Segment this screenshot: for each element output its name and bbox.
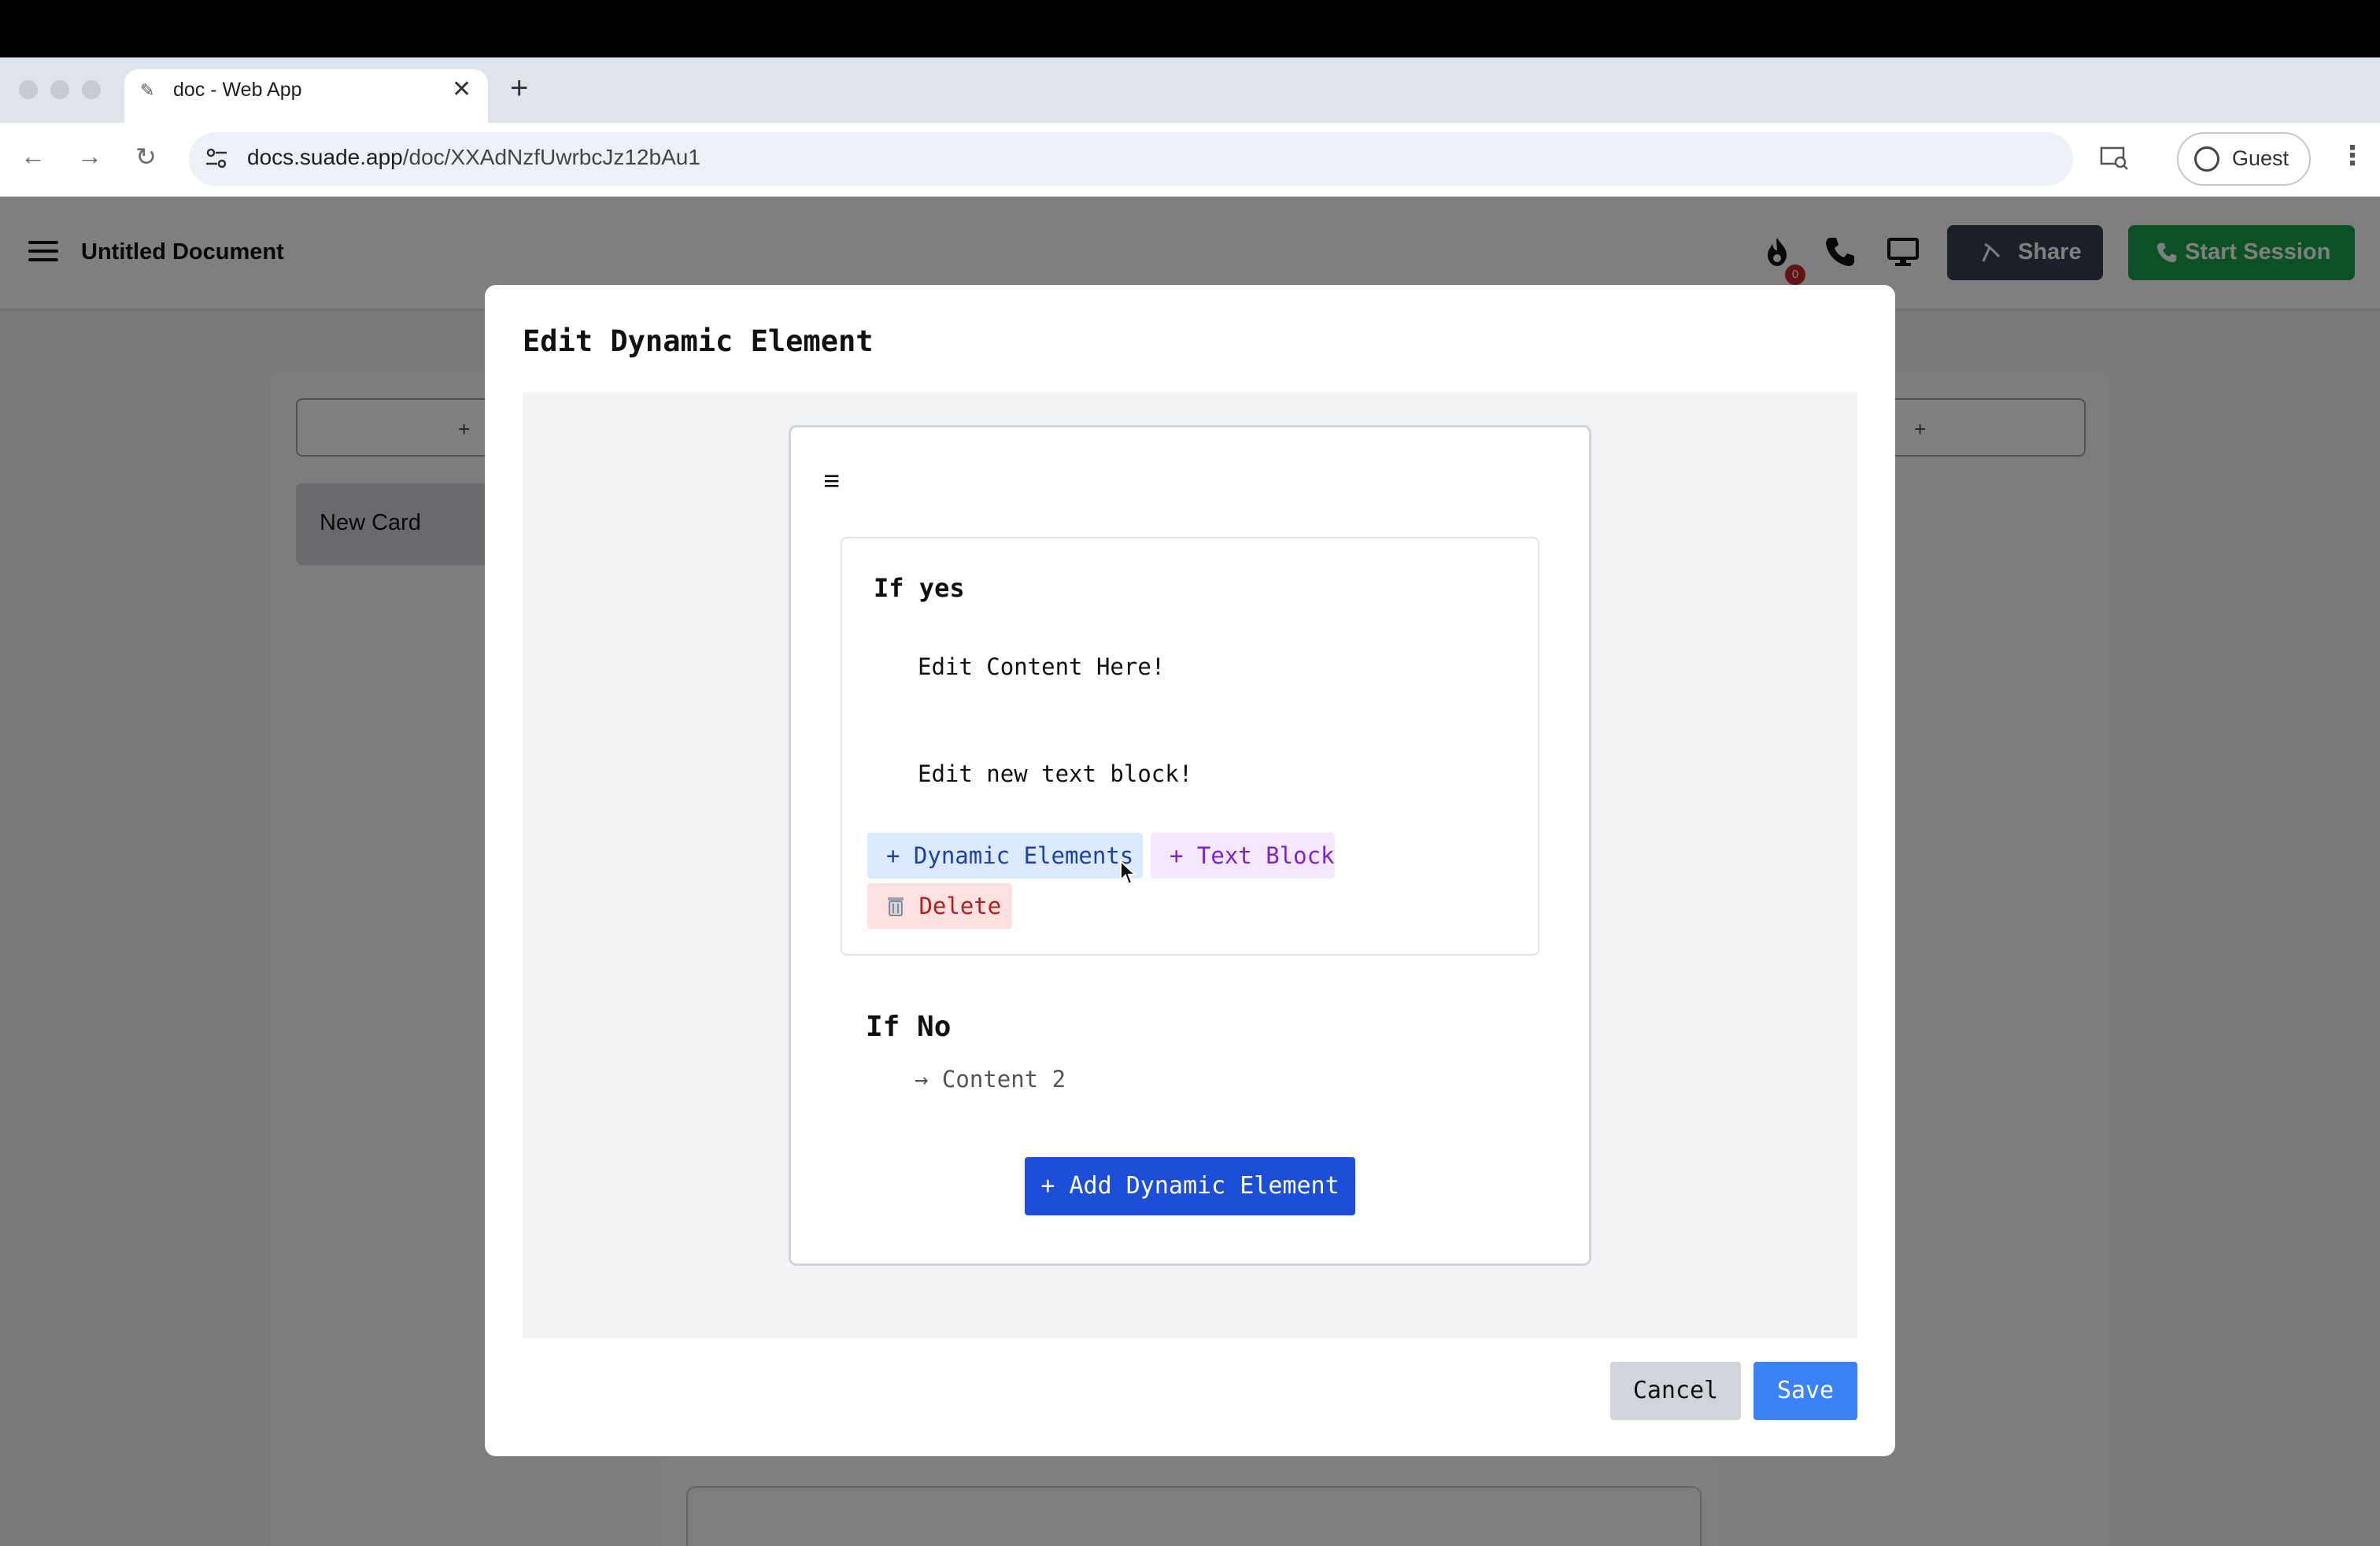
- cancel-button[interactable]: Cancel: [1610, 1362, 1741, 1420]
- no-branch-title[interactable]: If No: [866, 1011, 951, 1043]
- os-top-bar: [0, 0, 2380, 57]
- add-text-block-button[interactable]: + Text Block: [1151, 833, 1335, 878]
- text-block[interactable]: Edit new text block!: [918, 760, 1192, 787]
- back-arrow-icon[interactable]: ←: [20, 142, 46, 171]
- tab-title: doc - Web App: [173, 79, 302, 101]
- reload-icon[interactable]: ↻: [135, 142, 157, 172]
- profile-avatar-icon: [2194, 146, 2219, 172]
- tab-favicon-icon: ✎: [140, 80, 155, 100]
- forward-arrow-icon[interactable]: →: [77, 142, 102, 171]
- new-tab-button[interactable]: +: [510, 71, 528, 106]
- delete-label: Delete: [918, 893, 1002, 919]
- profile-label: Guest: [2232, 146, 2289, 170]
- drag-handle-icon[interactable]: ≡: [823, 464, 840, 497]
- text-block[interactable]: Edit Content Here!: [918, 653, 1165, 680]
- save-button[interactable]: Save: [1754, 1362, 1857, 1420]
- window-close-dot[interactable]: [19, 80, 38, 99]
- yes-branch-title[interactable]: If yes: [874, 573, 965, 603]
- modal-title: Edit Dynamic Element: [523, 324, 874, 358]
- url-text[interactable]: docs.suade.app/doc/XXAdNzfUwrbcJz12bAu1: [247, 145, 700, 170]
- site-settings-icon[interactable]: [203, 145, 230, 172]
- window-minimize-dot[interactable]: [50, 80, 69, 99]
- lens-search-icon[interactable]: [2100, 146, 2130, 170]
- trash-icon: [888, 897, 904, 916]
- mouse-cursor-icon: [1120, 860, 1136, 886]
- tab-close-icon[interactable]: ✕: [452, 76, 471, 103]
- add-dynamic-elements-button[interactable]: + Dynamic Elements: [867, 833, 1143, 878]
- browser-menu-icon[interactable]: ⋮: [2339, 140, 2366, 172]
- add-dynamic-element-button[interactable]: + Add Dynamic Element: [1025, 1157, 1355, 1215]
- window-maximize-dot[interactable]: [82, 80, 101, 99]
- delete-button[interactable]: Delete: [867, 883, 1012, 929]
- no-branch-content[interactable]: → Content 2: [915, 1066, 1066, 1093]
